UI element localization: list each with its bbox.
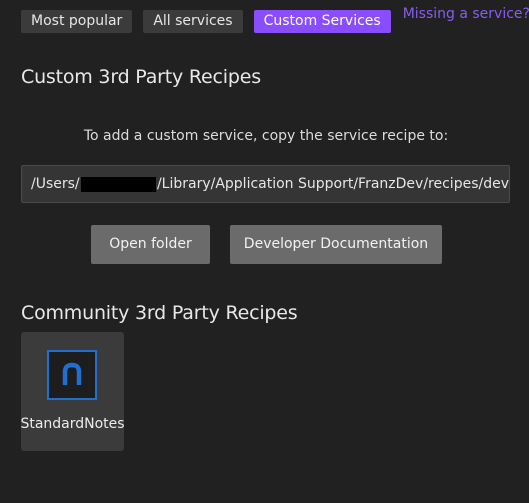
custom-recipe-instruction: To add a custom service, copy the servic… [83, 128, 449, 144]
path-prefix: /Users/ [31, 176, 80, 192]
path-suffix: /Library/Application Support/FranzDev/re… [156, 176, 509, 192]
standardnotes-logo-icon [47, 350, 97, 400]
missing-service-label: Missing a service? [402, 6, 529, 22]
community-recipes-heading: Community 3rd Party Recipes [21, 302, 298, 324]
service-tabs: Most popular All services Custom Service… [21, 6, 529, 33]
recipe-path-field[interactable]: /Users/ /Library/Application Support/Fran… [21, 165, 510, 203]
tab-most-popular[interactable]: Most popular [21, 10, 133, 33]
tab-all-services[interactable]: All services [143, 10, 243, 33]
custom-recipes-heading: Custom 3rd Party Recipes [21, 66, 261, 88]
missing-service-link[interactable]: Missing a service? [403, 6, 529, 23]
tab-custom-services[interactable]: Custom Services [253, 10, 391, 33]
recipe-name: StandardNotes [20, 416, 125, 432]
developer-documentation-button[interactable]: Developer Documentation [230, 225, 442, 264]
recipe-tile-standardnotes[interactable]: StandardNotes [20, 332, 125, 451]
open-folder-button[interactable]: Open folder [91, 225, 210, 264]
redacted-username [80, 176, 156, 192]
